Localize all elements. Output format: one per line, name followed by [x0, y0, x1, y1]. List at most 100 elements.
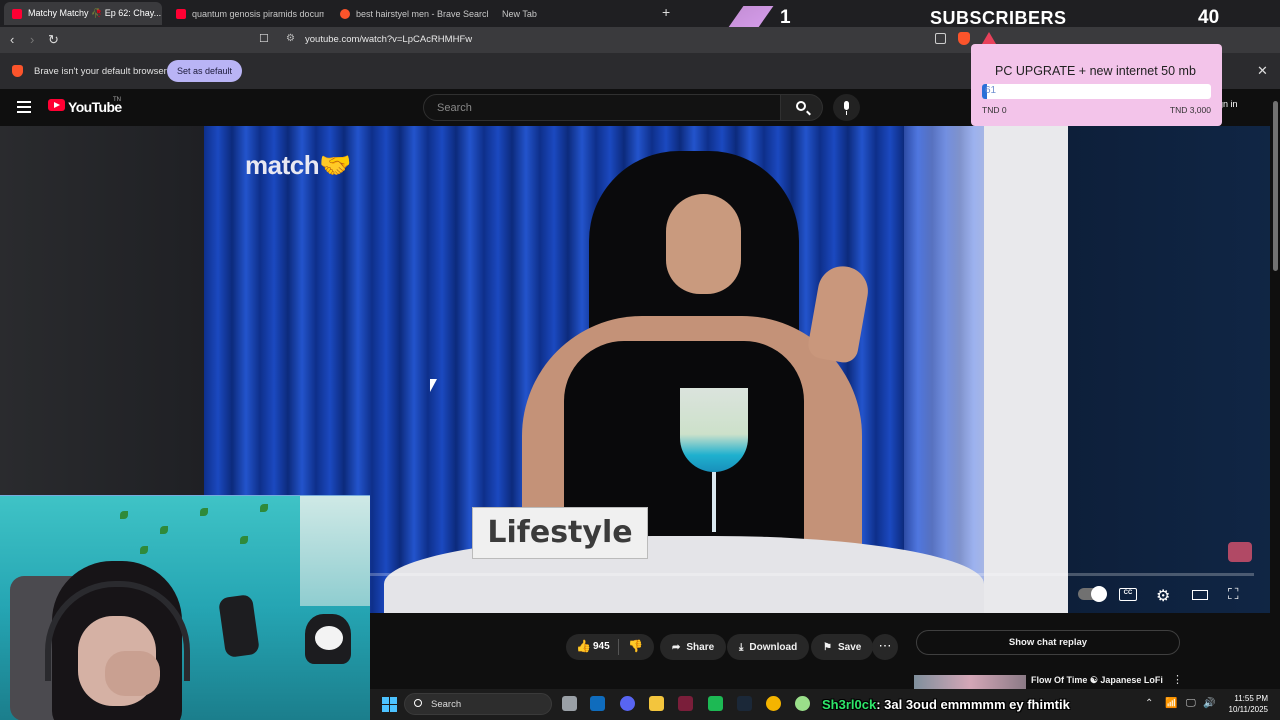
youtube-favicon-icon	[176, 8, 186, 19]
channel-watermark-logo: match🤝	[245, 150, 351, 180]
outlook-icon[interactable]	[590, 696, 605, 711]
network-icon[interactable]: 📶	[1165, 698, 1177, 709]
webcam-plant	[120, 511, 128, 519]
site-info-icon[interactable]: ⚙	[286, 33, 295, 44]
person-hand	[806, 262, 872, 365]
youtube-logo-icon[interactable]	[48, 99, 65, 111]
bookmark-icon[interactable]: ☐	[259, 32, 269, 45]
taskbar-clock[interactable]: 11:55 PM 10/11/2025	[1222, 693, 1268, 715]
webcam-plant	[240, 536, 248, 544]
tab-title: Matchy Matchy 🥀 Ep 62: Chay...	[28, 8, 162, 18]
like-dislike-group: 👍 945 👎	[566, 634, 654, 660]
chrome-icon[interactable]	[766, 696, 781, 711]
subscriber-count: 1	[780, 7, 791, 28]
voice-search-icon[interactable]	[833, 94, 860, 121]
download-label: Download	[749, 641, 798, 653]
table-name-card: Lifestyle	[472, 507, 648, 559]
webcam-plant	[140, 546, 148, 554]
tab-matchy-matchy[interactable]: Matchy Matchy 🥀 Ep 62: Chay... ✕	[4, 2, 162, 25]
youtube-country-code: TN	[113, 97, 121, 103]
address-bar-url[interactable]: youtube.com/watch?v=LpCAcRHMHFw	[305, 34, 472, 45]
recommended-video-menu-icon[interactable]: ⋮	[1172, 673, 1183, 686]
tab-new-tab[interactable]: New Tab	[494, 2, 594, 25]
dislike-icon[interactable]: 👎	[628, 639, 643, 653]
goal-min-label: TND 0	[982, 105, 1007, 115]
subscriber-label: SUBSCRIBERS	[930, 8, 1067, 28]
show-chat-replay-button[interactable]: Show chat replay	[916, 630, 1180, 655]
stream-chat-message: Sh3rl0ck: 3al 3oud emmmmm ey fhimtik	[822, 697, 1070, 712]
search-icon	[414, 699, 422, 707]
reload-icon[interactable]: ↻	[48, 32, 59, 48]
screen: Matchy Matchy 🥀 Ep 62: Chay... ✕ quantum…	[0, 0, 1280, 720]
search-button[interactable]	[781, 94, 823, 121]
streamer-webcam	[0, 495, 370, 720]
plush-toy-face	[315, 626, 343, 650]
search-box	[423, 94, 781, 121]
task-view-icon[interactable]	[562, 696, 577, 711]
streamer-microphone	[217, 593, 261, 659]
search-icon	[796, 101, 806, 111]
display-icon[interactable]: 🖵	[1186, 698, 1196, 709]
cocktail-glass	[680, 388, 748, 472]
person-face	[666, 194, 741, 294]
discord-icon[interactable]	[620, 696, 635, 711]
like-icon[interactable]: 👍	[576, 639, 591, 653]
share-button[interactable]: ➦ Share	[660, 634, 727, 660]
taskbar-search[interactable]: Search	[404, 693, 552, 715]
save-button[interactable]: ⚑ Save	[811, 634, 874, 660]
tab-brave-search[interactable]: best hairstyel men - Brave Search	[332, 2, 488, 25]
browser-tab-strip: Matchy Matchy 🥀 Ep 62: Chay... ✕ quantum…	[0, 0, 1280, 27]
recommended-video-thumbnail[interactable]	[914, 675, 1026, 689]
app-icon[interactable]	[795, 696, 810, 711]
captions-icon[interactable]: CC	[1119, 588, 1137, 601]
webcam-window	[300, 496, 370, 606]
infobar-message: Brave isn't your default browser	[34, 66, 167, 77]
cocktail-stem	[712, 472, 716, 532]
like-count[interactable]: 945	[593, 641, 610, 652]
tab-title: best hairstyel men - Brave Search	[356, 8, 488, 19]
brave-rewards-icon[interactable]	[982, 32, 996, 44]
theater-mode-icon[interactable]	[1192, 590, 1208, 600]
tab-title: New Tab	[502, 8, 537, 19]
page-scrollbar[interactable]	[1270, 89, 1280, 689]
search-input[interactable]	[424, 95, 780, 120]
brave-search-favicon-icon	[340, 8, 350, 19]
fullscreen-icon[interactable]: ⛶	[1228, 586, 1239, 603]
file-explorer-icon[interactable]	[649, 696, 664, 711]
brave-shields-icon[interactable]	[958, 32, 970, 45]
recommended-video-title[interactable]: Flow Of Time ☯ Japanese LoFi	[1031, 675, 1163, 686]
channel-branding-icon[interactable]	[1228, 542, 1252, 562]
chat-username: Sh3rl0ck	[822, 697, 877, 712]
video-progress-bar[interactable]	[370, 573, 1254, 576]
share-icon: ➦	[672, 641, 681, 653]
new-tab-button[interactable]: +	[662, 4, 670, 20]
infobar-close-icon[interactable]: ✕	[1257, 63, 1268, 79]
save-label: Save	[837, 641, 862, 653]
player-right-margin	[1068, 126, 1280, 613]
steam-icon[interactable]	[737, 696, 752, 711]
app-icon[interactable]	[708, 696, 723, 711]
download-button[interactable]: ⤓ Download	[727, 634, 810, 660]
app-icon[interactable]	[678, 696, 693, 711]
share-label: Share	[686, 641, 715, 653]
autoplay-toggle[interactable]	[1078, 586, 1107, 602]
goal-progress-bar: 61	[982, 84, 1211, 99]
download-icon: ⤓	[739, 641, 744, 653]
goal-title: PC UPGRATE + new internet 50 mb	[995, 64, 1196, 78]
cast-icon[interactable]	[935, 33, 946, 44]
more-actions-button[interactable]: ⋯	[872, 634, 898, 660]
goal-current-value: 61	[985, 85, 997, 96]
settings-gear-icon[interactable]: ⚙	[1156, 586, 1170, 606]
tab-title: quantum genosis piramids documen	[192, 8, 324, 19]
forward-icon[interactable]: ›	[30, 32, 34, 47]
scrollbar-thumb[interactable]	[1273, 101, 1278, 271]
subscriber-goal: 40	[1198, 7, 1220, 28]
back-icon[interactable]: ‹	[10, 32, 14, 47]
windows-start-icon[interactable]	[382, 697, 397, 712]
tray-chevron-icon[interactable]: ⌃	[1145, 698, 1153, 709]
menu-icon[interactable]	[17, 101, 31, 116]
taskbar-search-label: Search	[431, 699, 462, 710]
tab-quantum-genosis[interactable]: quantum genosis piramids documen	[168, 2, 324, 25]
volume-icon[interactable]: 🔊	[1203, 698, 1215, 709]
set-as-default-button[interactable]: Set as default	[167, 60, 243, 82]
